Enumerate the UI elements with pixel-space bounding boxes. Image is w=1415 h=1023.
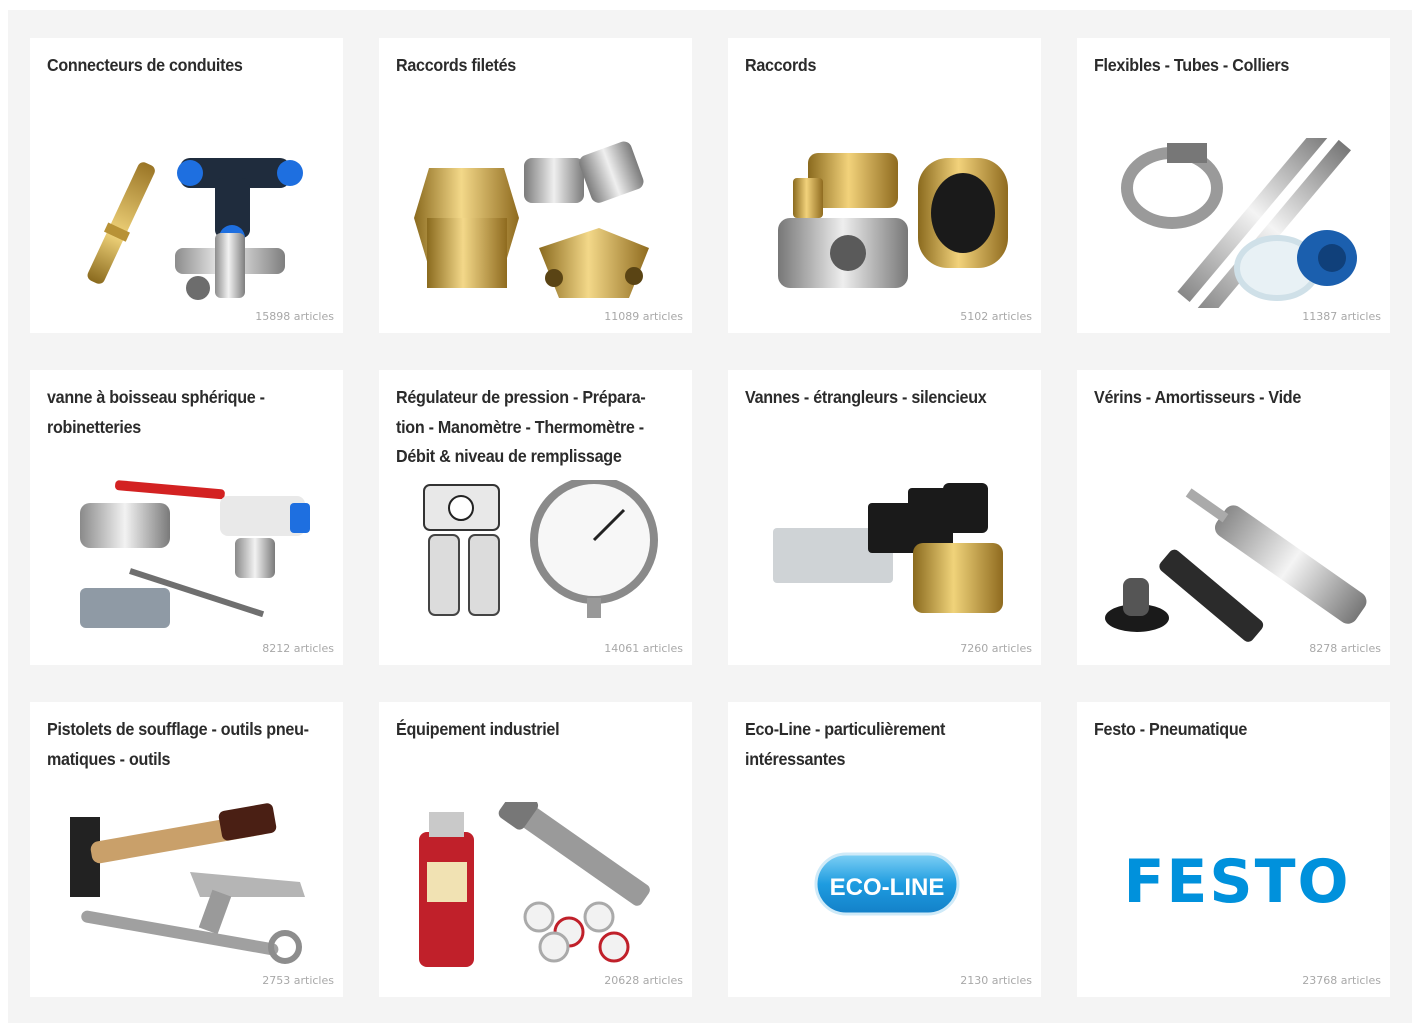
article-count: 11387 articles [1302, 310, 1381, 323]
category-card-pistolets[interactable]: Pistolets de soufflage - outils pneu-mat… [30, 702, 343, 997]
blow-gun-tools-image [70, 803, 305, 964]
category-card-flexibles[interactable]: Flexibles - Tubes - Colliers 11387 artic… [1077, 38, 1390, 333]
category-title: Équipement industriel [396, 719, 560, 739]
category-card-raccords-filetes[interactable]: Raccords filetés 11089 articles [379, 38, 692, 333]
article-count: 2753 articles [262, 974, 334, 987]
article-count: 14061 articles [604, 642, 683, 655]
couplings-image [778, 153, 1008, 288]
category-title: Régulateur de pression - Prépara-tion - … [396, 387, 646, 466]
category-card-festo[interactable]: Festo - Pneumatique FESTO 23768 articles [1077, 702, 1390, 997]
pipe-connectors-image [87, 158, 303, 300]
article-count: 5102 articles [960, 310, 1032, 323]
svg-text:FESTO: FESTO [1123, 847, 1350, 917]
category-card-equipement[interactable]: Équipement industriel 20628 articles [379, 702, 692, 997]
category-title: Vérins - Amortisseurs - Vide [1094, 387, 1302, 407]
article-count: 15898 articles [255, 310, 334, 323]
cylinders-dampers-vacuum-image [1105, 488, 1367, 642]
category-title: Festo - Pneumatique [1094, 719, 1248, 739]
category-title: Vannes - étrangleurs - silencieux [745, 387, 987, 407]
category-grid: Connecteurs de conduites 15898 articles … [8, 10, 1412, 1023]
article-count: 8212 articles [262, 642, 334, 655]
category-card-verins[interactable]: Vérins - Amortisseurs - Vide 8278 articl… [1077, 370, 1390, 665]
category-card-regulateur[interactable]: Régulateur de pression - Prépara-tion - … [379, 370, 692, 665]
category-card-eco-line[interactable]: Eco-Line - particulièrement intéressante… [728, 702, 1041, 997]
hoses-tubes-clamps-image [1121, 138, 1357, 308]
article-count: 11089 articles [604, 310, 683, 323]
article-count: 8278 articles [1309, 642, 1381, 655]
category-title: vanne à boisseau sphérique - robinetteri… [47, 387, 265, 437]
category-card-raccords[interactable]: Raccords 5102 articles [728, 38, 1041, 333]
category-title: Raccords filetés [396, 55, 516, 75]
ball-valve-image [80, 480, 310, 628]
eco-line-logo: ECO-LINE [814, 852, 960, 916]
category-title: Pistolets de soufflage - outils pneu-mat… [47, 719, 309, 769]
threaded-fittings-image [414, 141, 649, 298]
category-card-connecteurs[interactable]: Connecteurs de conduites 15898 articles [30, 38, 343, 333]
category-title: Raccords [745, 55, 817, 75]
article-count: 2130 articles [960, 974, 1032, 987]
festo-logo: FESTO [1123, 847, 1350, 917]
category-title: Connecteurs de conduites [47, 55, 243, 75]
solenoid-valves-image [773, 483, 1003, 613]
industrial-equipment-image [419, 802, 650, 967]
category-title: Flexibles - Tubes - Colliers [1094, 55, 1290, 75]
svg-text:ECO-LINE: ECO-LINE [830, 874, 945, 901]
category-card-vannes[interactable]: Vannes - étrangleurs - silencieux 7260 a… [728, 370, 1041, 665]
category-title: Eco-Line - particulièrement intéressante… [745, 719, 946, 769]
category-card-vanne-boisseau[interactable]: vanne à boisseau sphérique - robinetteri… [30, 370, 343, 665]
article-count: 20628 articles [604, 974, 683, 987]
article-count: 23768 articles [1302, 974, 1381, 987]
article-count: 7260 articles [960, 642, 1032, 655]
pressure-regulator-gauge-image [423, 480, 658, 618]
